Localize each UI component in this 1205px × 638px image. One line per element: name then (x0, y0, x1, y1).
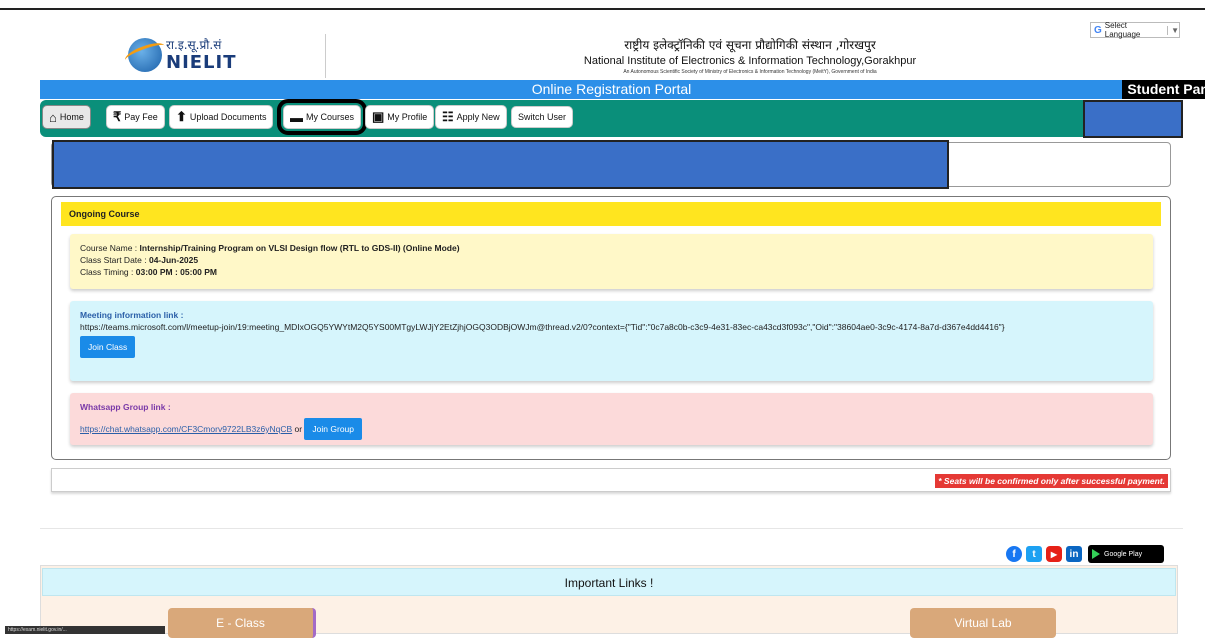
or-text: or (292, 424, 305, 434)
youtube-icon[interactable]: ▶ (1046, 546, 1062, 562)
browser-status-url: https://exam.nielit.gov.in/... (5, 626, 165, 634)
nav-switch-user[interactable]: Switch User (511, 106, 574, 128)
course-name-row: Course Name : Internship/Training Progra… (80, 242, 1153, 254)
class-timing-row: Class Timing : 03:00 PM : 05:00 PM (80, 266, 1153, 278)
nav-my-profile[interactable]: ▣ My Profile (365, 105, 435, 129)
logo-name: NIELIT (166, 52, 237, 73)
profile-icon: ▣ (372, 109, 385, 124)
course-name-label: Course Name : (80, 243, 140, 253)
nav-upload-label: Upload Documents (189, 112, 267, 122)
meeting-title: Meeting information link : (80, 310, 184, 320)
seat-notice: * Seats will be confirmed only after suc… (935, 474, 1168, 488)
play-icon (1092, 549, 1100, 559)
whatsapp-row: https://chat.whatsapp.com/CF3Cmorv9722LB… (80, 415, 1153, 440)
nav-switch-user-label: Switch User (518, 112, 567, 122)
course-name: Internship/Training Program on VLSI Desi… (139, 243, 460, 253)
meeting-card: Meeting information link : https://teams… (70, 301, 1153, 381)
info-banner (51, 140, 1171, 189)
institute-title: राष्ट्रीय इलेक्ट्रॉनिकी एवं सूचना प्रौद्… (340, 36, 1160, 75)
rupee-icon: ₹ (113, 109, 122, 124)
join-class-button[interactable]: Join Class (80, 336, 136, 358)
whatsapp-link[interactable]: https://chat.whatsapp.com/CF3Cmorv9722LB… (80, 424, 292, 434)
class-start-row: Class Start Date : 04-Jun-2025 (80, 254, 1153, 266)
nav-home[interactable]: ⌂ Home (42, 105, 91, 129)
nielit-logo[interactable]: रा.इ.सू.प्रौ.सं NIELIT (122, 32, 238, 76)
main-nav: ⌂ Home ₹ Pay Fee ⬆ Upload Documents ▬ My Cou… (40, 99, 1183, 138)
portal-bar: Online Registration Portal Student Panel (40, 80, 1205, 99)
google-play-badge[interactable]: Google Play (1088, 545, 1164, 563)
ongoing-course-panel: Ongoing Course Course Name : Internship/… (51, 196, 1171, 460)
important-links-heading: Important Links ! (42, 568, 1176, 596)
nav-my-profile-label: My Profile (387, 112, 428, 122)
nav-home-label: Home (59, 112, 84, 122)
chevron-down-icon: ▼ (1167, 25, 1179, 35)
logo-hindi-text: रा.इ.सू.प्रौ.सं (166, 38, 222, 52)
nav-apply-new[interactable]: ☷ Apply New (435, 105, 507, 129)
nav-pay-fee[interactable]: ₹ Pay Fee (106, 105, 165, 129)
top-divider (0, 8, 1205, 10)
facebook-icon[interactable]: f (1006, 546, 1022, 562)
whatsapp-title: Whatsapp Group link : (80, 402, 171, 412)
nav-my-courses[interactable]: ▬ My Courses (276, 99, 368, 135)
google-icon: G (1094, 24, 1102, 36)
nav-upload-documents[interactable]: ⬆ Upload Documents (169, 105, 274, 129)
nav-apply-new-label: Apply New (456, 112, 500, 122)
site-header: रा.इ.सू.प्रौ.सं NIELIT राष्ट्रीय इलेक्ट्… (40, 22, 1183, 80)
class-start-date: 04-Jun-2025 (148, 255, 199, 265)
institute-hindi: राष्ट्रीय इलेक्ट्रॉनिकी एवं सूचना प्रौद्… (624, 38, 876, 52)
twitter-icon[interactable]: t (1026, 546, 1042, 562)
upload-icon: ⬆ (176, 109, 187, 124)
ongoing-course-heading: Ongoing Course (61, 202, 1161, 226)
institute-subtitle: An Autonomous Scientific Society of Mini… (623, 69, 877, 75)
institute-english: National Institute of Electronics & Info… (583, 55, 917, 67)
language-select-label: Select Language (1104, 21, 1141, 39)
whatsapp-card: Whatsapp Group link : https://chat.whats… (70, 393, 1153, 445)
header-divider (325, 34, 326, 78)
language-select[interactable]: G Select Language ▼ (1090, 21, 1180, 39)
linkedin-icon[interactable]: in (1066, 546, 1082, 562)
important-links-box: Important Links ! E - Class Virtual Lab (40, 565, 1178, 638)
form-icon: ☷ (442, 109, 454, 124)
course-details-card: Course Name : Internship/Training Progra… (70, 234, 1153, 289)
portal-title: Online Registration Portal (531, 81, 692, 97)
nav-my-courses-label: My Courses (306, 112, 355, 122)
class-timing: 03:00 PM : 05:00 PM (135, 267, 218, 277)
seat-notice-bar: * Seats will be confirmed only after suc… (51, 468, 1171, 492)
footer-divider (40, 528, 1183, 529)
nav-pay-fee-label: Pay Fee (124, 112, 158, 122)
join-group-button[interactable]: Join Group (304, 418, 363, 440)
class-timing-label: Class Timing : (80, 267, 136, 277)
home-icon: ⌂ (49, 109, 57, 125)
book-icon: ▬ (290, 109, 303, 125)
google-play-label: Google Play (1104, 550, 1143, 558)
redacted-user-block (1083, 100, 1183, 138)
redacted-banner (52, 140, 949, 189)
social-links: f t ▶ in Google Play (1006, 545, 1164, 563)
class-start-label: Class Start Date : (80, 255, 149, 265)
student-panel-label: Student Panel (1122, 80, 1205, 99)
meeting-url[interactable]: https://teams.microsoft.com/l/meetup-joi… (80, 321, 1140, 333)
